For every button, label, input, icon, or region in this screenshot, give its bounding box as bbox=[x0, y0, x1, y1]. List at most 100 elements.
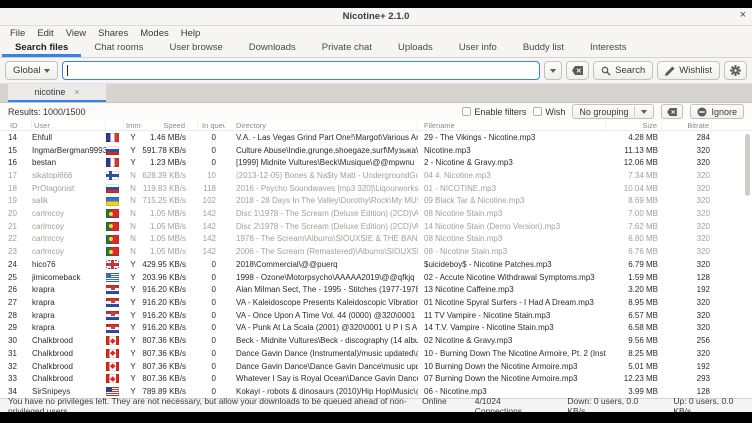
col-header-speed[interactable]: Speed bbox=[142, 120, 198, 130]
table-row[interactable]: 25jimicomebackY203.96 KB/s01998 - Ozone\… bbox=[0, 271, 752, 284]
menu-shares[interactable]: Shares bbox=[92, 28, 134, 39]
cell-user: SirSnipeys bbox=[32, 387, 106, 396]
col-header-directory[interactable]: Directory bbox=[226, 120, 418, 130]
col-header-flag[interactable] bbox=[106, 120, 124, 130]
menu-edit[interactable]: Edit bbox=[31, 28, 59, 39]
menu-help[interactable]: Help bbox=[175, 28, 207, 39]
wish-checkbox[interactable]: Wish bbox=[533, 107, 565, 117]
flag-icon-ca bbox=[106, 362, 119, 371]
wishlist-button[interactable]: Wishlist bbox=[657, 61, 720, 80]
cell-bitrate: 192 bbox=[662, 362, 712, 371]
ignore-button[interactable]: Ignore bbox=[690, 104, 744, 119]
table-row[interactable]: 24hico76Y429.95 KB/s02018\Commercial\@@p… bbox=[0, 258, 752, 271]
col-header-filename[interactable]: Filename bbox=[418, 120, 606, 130]
cell-flag bbox=[106, 323, 124, 332]
table-row[interactable]: 28krapraY916.20 KB/s0VA - Once Upon A Ti… bbox=[0, 309, 752, 322]
table-row[interactable]: 18PrOtagonistN119.83 KB/s1182016 - Psych… bbox=[0, 182, 752, 195]
menu-modes[interactable]: Modes bbox=[134, 28, 175, 39]
search-result-tab-nicotine[interactable]: nicotine × bbox=[8, 84, 106, 102]
tab-uploads[interactable]: Uploads bbox=[385, 40, 446, 57]
cell-directory: VA - Once Upon A Time Vol. 44 (0000) @32… bbox=[226, 311, 418, 320]
search-button-label: Search bbox=[615, 65, 645, 76]
tab-downloads[interactable]: Downloads bbox=[236, 40, 309, 57]
table-row[interactable]: 34SirSnipeysY789.89 KB/s0Kokayi - robots… bbox=[0, 385, 752, 398]
cell-flag bbox=[106, 349, 124, 358]
cell-immediate: Y bbox=[124, 273, 142, 282]
tab-chat-rooms[interactable]: Chat rooms bbox=[81, 40, 156, 57]
flag-icon-hr bbox=[106, 298, 119, 307]
table-row[interactable]: 15IngmarBergman9993Y591.78 KB/s0Culture … bbox=[0, 144, 752, 157]
cell-immediate: Y bbox=[124, 349, 142, 358]
close-icon[interactable]: × bbox=[74, 87, 79, 97]
wish-label: Wish bbox=[545, 107, 565, 117]
pencil-icon bbox=[665, 66, 675, 76]
cell-queue: 0 bbox=[198, 133, 226, 142]
cell-speed: 916.20 KB/s bbox=[142, 311, 198, 320]
vertical-scrollbar[interactable] bbox=[745, 134, 750, 394]
tab-interests[interactable]: Interests bbox=[577, 40, 639, 57]
table-row[interactable]: 17sikatopi666N628.39 KB/s10(2013-12-05) … bbox=[0, 169, 752, 182]
table-row[interactable]: 21carlmcoyN1.05 MB/s142Disc 2\1978 - The… bbox=[0, 220, 752, 233]
table-row[interactable]: 32ChalkbroodY807.36 KB/s0Dance Gavin Dan… bbox=[0, 360, 752, 373]
table-row[interactable]: 31ChalkbroodY807.36 KB/s0Dance Gavin Dan… bbox=[0, 347, 752, 360]
cell-speed: 591.78 KB/s bbox=[142, 146, 198, 155]
ignore-label: Ignore bbox=[711, 107, 737, 117]
clear-results-button[interactable] bbox=[661, 104, 683, 119]
flag-icon-ca bbox=[106, 349, 119, 358]
cell-bitrate: 320 bbox=[662, 349, 712, 358]
cell-immediate: Y bbox=[124, 133, 142, 142]
table-row[interactable]: 30ChalkbroodY807.36 KB/s0Beck - Midnite … bbox=[0, 334, 752, 347]
clear-search-button[interactable] bbox=[566, 61, 589, 80]
tab-buddy-list[interactable]: Buddy list bbox=[510, 40, 577, 57]
col-header-id[interactable]: ID bbox=[8, 120, 32, 130]
col-header-immediate[interactable]: Imme bbox=[124, 120, 142, 130]
configure-searches-button[interactable] bbox=[724, 61, 747, 80]
table-row[interactable]: 16bestanY1.23 MB/s0[1999] Midnite Vultur… bbox=[0, 156, 752, 169]
window-title: Nicotine+ 2.1.0 bbox=[343, 11, 410, 22]
cell-immediate: Y bbox=[124, 285, 142, 294]
cell-flag bbox=[106, 285, 124, 294]
flag-icon-gb bbox=[106, 260, 119, 269]
cell-speed: 916.20 KB/s bbox=[142, 298, 198, 307]
table-row[interactable]: 22carlmcoyN1.05 MB/s1421978 - The Scream… bbox=[0, 233, 752, 246]
cell-id: 18 bbox=[8, 184, 32, 193]
enable-filters-checkbox[interactable]: Enable filters bbox=[462, 107, 526, 117]
cell-filename: Nicotine.mp3 bbox=[418, 146, 606, 155]
cell-id: 33 bbox=[8, 374, 32, 383]
cell-size: 6.80 MB bbox=[606, 234, 662, 243]
cell-speed: 1.05 MB/s bbox=[142, 247, 198, 256]
scrollbar-thumb[interactable] bbox=[745, 134, 750, 196]
main-tab-bar: Search filesChat roomsUser browseDownloa… bbox=[0, 40, 752, 58]
search-scope-select[interactable]: Global bbox=[5, 61, 58, 80]
table-row[interactable]: 14EhfullY1.46 MB/s0V.A. - Las Vegas Grin… bbox=[0, 131, 752, 144]
col-header-size[interactable]: Size bbox=[606, 120, 662, 130]
cell-user: carlmcoy bbox=[32, 209, 106, 218]
cell-filename: $uicideboy$ - Nicotine Patches.mp3 bbox=[418, 260, 606, 269]
cell-user: Ehfull bbox=[32, 133, 106, 142]
results-toolbar: Results: 1000/1500 Enable filters Wish N… bbox=[0, 103, 752, 120]
menu-view[interactable]: View bbox=[60, 28, 92, 39]
table-row[interactable]: 19salikN715.25 KB/s1022018 - 28 Days In … bbox=[0, 195, 752, 208]
table-row[interactable]: 27krapraY916.20 KB/s0VA - Kaleidoscope P… bbox=[0, 296, 752, 309]
grouping-select[interactable]: No grouping bbox=[572, 104, 654, 119]
table-row[interactable]: 33ChalkbroodY807.36 KB/s0Whatever I Say … bbox=[0, 372, 752, 385]
table-row[interactable]: 29krapraY916.20 KB/s0VA - Punk At La Sca… bbox=[0, 322, 752, 335]
titlebar[interactable]: Nicotine+ 2.1.0 × bbox=[0, 8, 752, 26]
menu-file[interactable]: File bbox=[4, 28, 31, 39]
tab-user-browse[interactable]: User browse bbox=[156, 40, 235, 57]
tab-user-info[interactable]: User info bbox=[446, 40, 510, 57]
cell-queue: 0 bbox=[198, 387, 226, 396]
table-row[interactable]: 26krapraY916.20 KB/s0Alan Milman Sect, T… bbox=[0, 283, 752, 296]
window-close-icon[interactable]: × bbox=[740, 9, 746, 21]
results-table-body: 14EhfullY1.46 MB/s0V.A. - Las Vegas Grin… bbox=[0, 131, 752, 398]
tab-search-files[interactable]: Search files bbox=[2, 40, 81, 57]
tab-private-chat[interactable]: Private chat bbox=[309, 40, 385, 57]
col-header-bitrate[interactable]: Bitrate bbox=[662, 120, 712, 130]
search-button[interactable]: Search bbox=[593, 61, 653, 80]
search-history-dropdown-button[interactable] bbox=[544, 61, 562, 80]
col-header-user[interactable]: User bbox=[32, 120, 106, 130]
table-row[interactable]: 23carlmcoyN1.05 MB/s1422006 - The Scream… bbox=[0, 245, 752, 258]
col-header-queue[interactable]: In queue bbox=[198, 120, 226, 130]
search-input[interactable] bbox=[62, 61, 540, 80]
table-row[interactable]: 20carlmcoyN1.05 MB/s142Disc 1\1978 - The… bbox=[0, 207, 752, 220]
